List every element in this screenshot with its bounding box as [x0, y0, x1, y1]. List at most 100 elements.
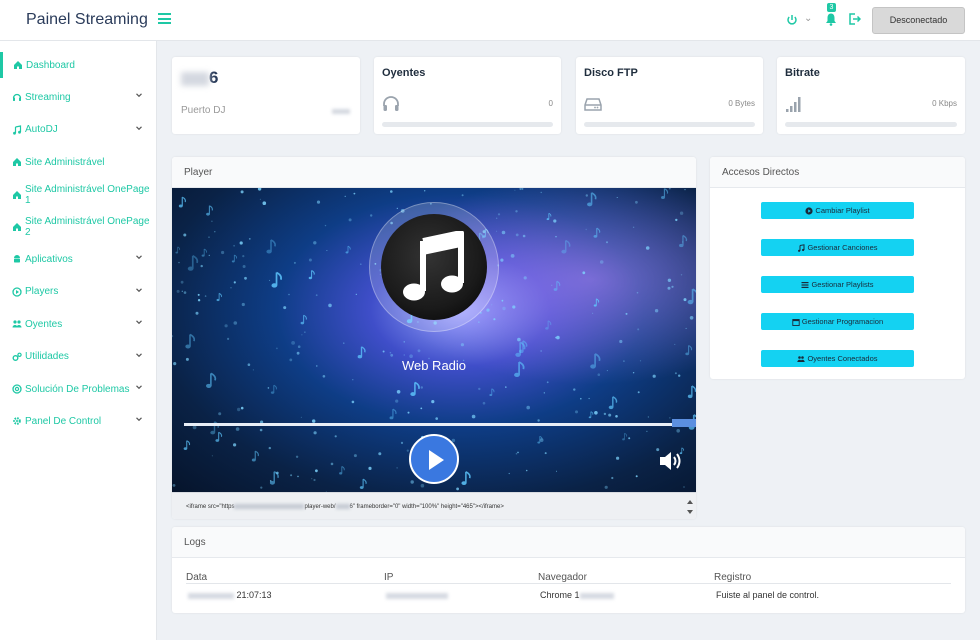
sidebar-item-soluci-n-de-problemas[interactable]: Solución De Problemas: [0, 376, 157, 402]
ftp-card: Disco FTP 0 Bytes: [576, 57, 763, 134]
embed-code-field[interactable]: <iframe src="https player-web/6" framebor…: [172, 492, 696, 519]
power-icon[interactable]: [786, 14, 798, 26]
sidebar-item-oyentes[interactable]: Oyentes: [0, 311, 157, 337]
redacted-text: [332, 109, 350, 114]
station-name: Web Radio: [401, 358, 467, 373]
shortcut-label: Gestionar Playlists: [811, 280, 874, 289]
chevron-down-icon: [136, 255, 142, 260]
sidebar-item-label: AutoDJ: [25, 124, 58, 136]
cogs-icon: [12, 352, 22, 361]
chevron-down-icon: [136, 385, 142, 390]
player-panel: Player Web Radio <iframe src="https playe…: [172, 157, 696, 519]
ftp-value: 0 Bytes: [728, 99, 755, 108]
signal-icon: [786, 97, 801, 112]
sidebar-item-site-administr-vel-onepage-1[interactable]: Site Administrável OnePage 1: [0, 182, 157, 208]
sidebar-item-players[interactable]: Players: [0, 279, 157, 305]
brand-title[interactable]: Painel Streaming: [26, 11, 148, 29]
sidebar-item-streaming[interactable]: Streaming: [0, 84, 157, 110]
hard-drive-icon: [584, 98, 602, 111]
calendar-icon: [792, 318, 800, 326]
scroll-arrows-icon[interactable]: [686, 497, 694, 517]
home-icon: [13, 223, 21, 231]
play-circle-icon: [12, 287, 22, 297]
sidebar-item-dashboard[interactable]: Dashboard: [0, 52, 157, 78]
shortcuts-title: Accesos Directos: [710, 157, 965, 188]
list-icon: [801, 281, 809, 288]
logout-icon[interactable]: [848, 12, 861, 26]
shortcut-label: Oyentes Conectados: [807, 354, 878, 363]
android-icon: [14, 255, 20, 263]
listeners-title: Oyentes: [382, 67, 426, 79]
music-icon: [13, 125, 22, 135]
port-label: Puerto DJ: [181, 105, 226, 116]
sidebar-item-label: Players: [25, 286, 59, 298]
chevron-down-icon: [136, 417, 142, 422]
home-icon: [13, 190, 21, 199]
shortcut-label: Gestionar Canciones: [807, 243, 878, 252]
lifebuoy-icon: [12, 384, 22, 394]
sidebar-item-utilidades[interactable]: Utilidades: [0, 344, 157, 370]
port-number: 6: [181, 68, 218, 88]
chevron-down-icon[interactable]: ⌄: [804, 13, 812, 24]
music-note-icon: [403, 231, 464, 301]
player-progress-bar[interactable]: [184, 423, 696, 426]
headphones-icon: [12, 94, 22, 102]
play-circle-icon: [805, 206, 814, 215]
shortcuts-panel: Accesos Directos Cambiar Playlist Gestion…: [710, 157, 965, 379]
log-registro: Fuiste al panel de control.: [716, 590, 820, 600]
chevron-down-icon: [136, 93, 142, 98]
chevron-down-icon: [136, 288, 142, 292]
listeners-card: Oyentes 0: [374, 57, 561, 134]
sidebar-item-label: Oyentes: [25, 318, 63, 330]
volume-icon[interactable]: [659, 450, 683, 472]
home-icon: [14, 61, 22, 69]
column-header-browser: Navegador: [538, 572, 587, 583]
play-button[interactable]: [409, 434, 459, 484]
users-icon: [797, 355, 806, 362]
sidebar: Dashboard Streaming AutoDJ Site Administráv…: [0, 41, 157, 640]
bitrate-card: Bitrate 0 Kbps: [777, 57, 965, 134]
sidebar-item-label: Utilidades: [25, 351, 69, 363]
shortcut-oyentes-conectados-button[interactable]: Oyentes Conectados: [761, 350, 914, 367]
log-ip: [386, 590, 448, 600]
radio-player: Web Radio: [172, 188, 696, 492]
sidebar-item-autodj[interactable]: AutoDJ: [0, 117, 157, 143]
bitrate-progress: [785, 122, 957, 127]
sidebar-item-label: Site Administrável OnePage 1: [25, 183, 150, 206]
sidebar-item-label: Site Administrável OnePage 2: [25, 216, 150, 238]
shortcut-gestionar-programacion-button[interactable]: Gestionar Programacion: [761, 313, 914, 330]
sidebar-item-label: Dashboard: [26, 59, 75, 71]
shortcut-gestionar-canciones-button[interactable]: Gestionar Canciones: [761, 239, 914, 256]
column-header-ip: IP: [384, 572, 394, 583]
disconnect-button[interactable]: Desconectado: [872, 7, 965, 34]
sidebar-item-site-administr-vel[interactable]: Site Administrável: [0, 149, 157, 175]
log-date: 21:07:13: [188, 590, 272, 600]
logs-panel: Logs Data IP Navegador Registro 21:07:13…: [172, 527, 965, 613]
chevron-down-icon: [136, 352, 142, 357]
headphones-icon: [383, 96, 399, 111]
menu-toggle-icon[interactable]: [158, 13, 171, 24]
shortcut-gestionar-playlists-button[interactable]: Gestionar Playlists: [761, 276, 914, 293]
log-browser: Chrome 1: [540, 590, 614, 600]
sidebar-item-aplicativos[interactable]: Aplicativos: [0, 246, 157, 272]
bitrate-value: 0 Kbps: [932, 99, 957, 108]
sidebar-item-panel-de-control[interactable]: Panel De Control: [0, 408, 157, 434]
player-progress-handle[interactable]: [672, 419, 696, 427]
bitrate-title: Bitrate: [785, 67, 820, 79]
listeners-progress: [382, 122, 553, 127]
music-icon: [798, 243, 805, 252]
sidebar-item-label: Site Administrável: [25, 156, 105, 168]
listeners-value: 0: [548, 99, 553, 108]
bell-icon[interactable]: [825, 12, 837, 26]
sidebar-item-site-administr-vel-onepage-2[interactable]: Site Administrável OnePage 2: [0, 214, 157, 240]
sidebar-item-label: Panel De Control: [25, 415, 102, 427]
chevron-down-icon: [136, 320, 142, 325]
shortcut-label: Gestionar Programacion: [801, 317, 884, 326]
shortcut-cambiar-playlist-button[interactable]: Cambiar Playlist: [761, 202, 914, 219]
sidebar-item-label: Streaming: [25, 91, 71, 103]
column-header-date: Data: [186, 572, 208, 583]
top-bar: Painel Streaming ⌄ 3 Desconectado: [0, 0, 980, 41]
notification-badge: 3: [827, 3, 836, 12]
player-title: Player: [172, 157, 696, 188]
chevron-down-icon: [136, 126, 142, 130]
